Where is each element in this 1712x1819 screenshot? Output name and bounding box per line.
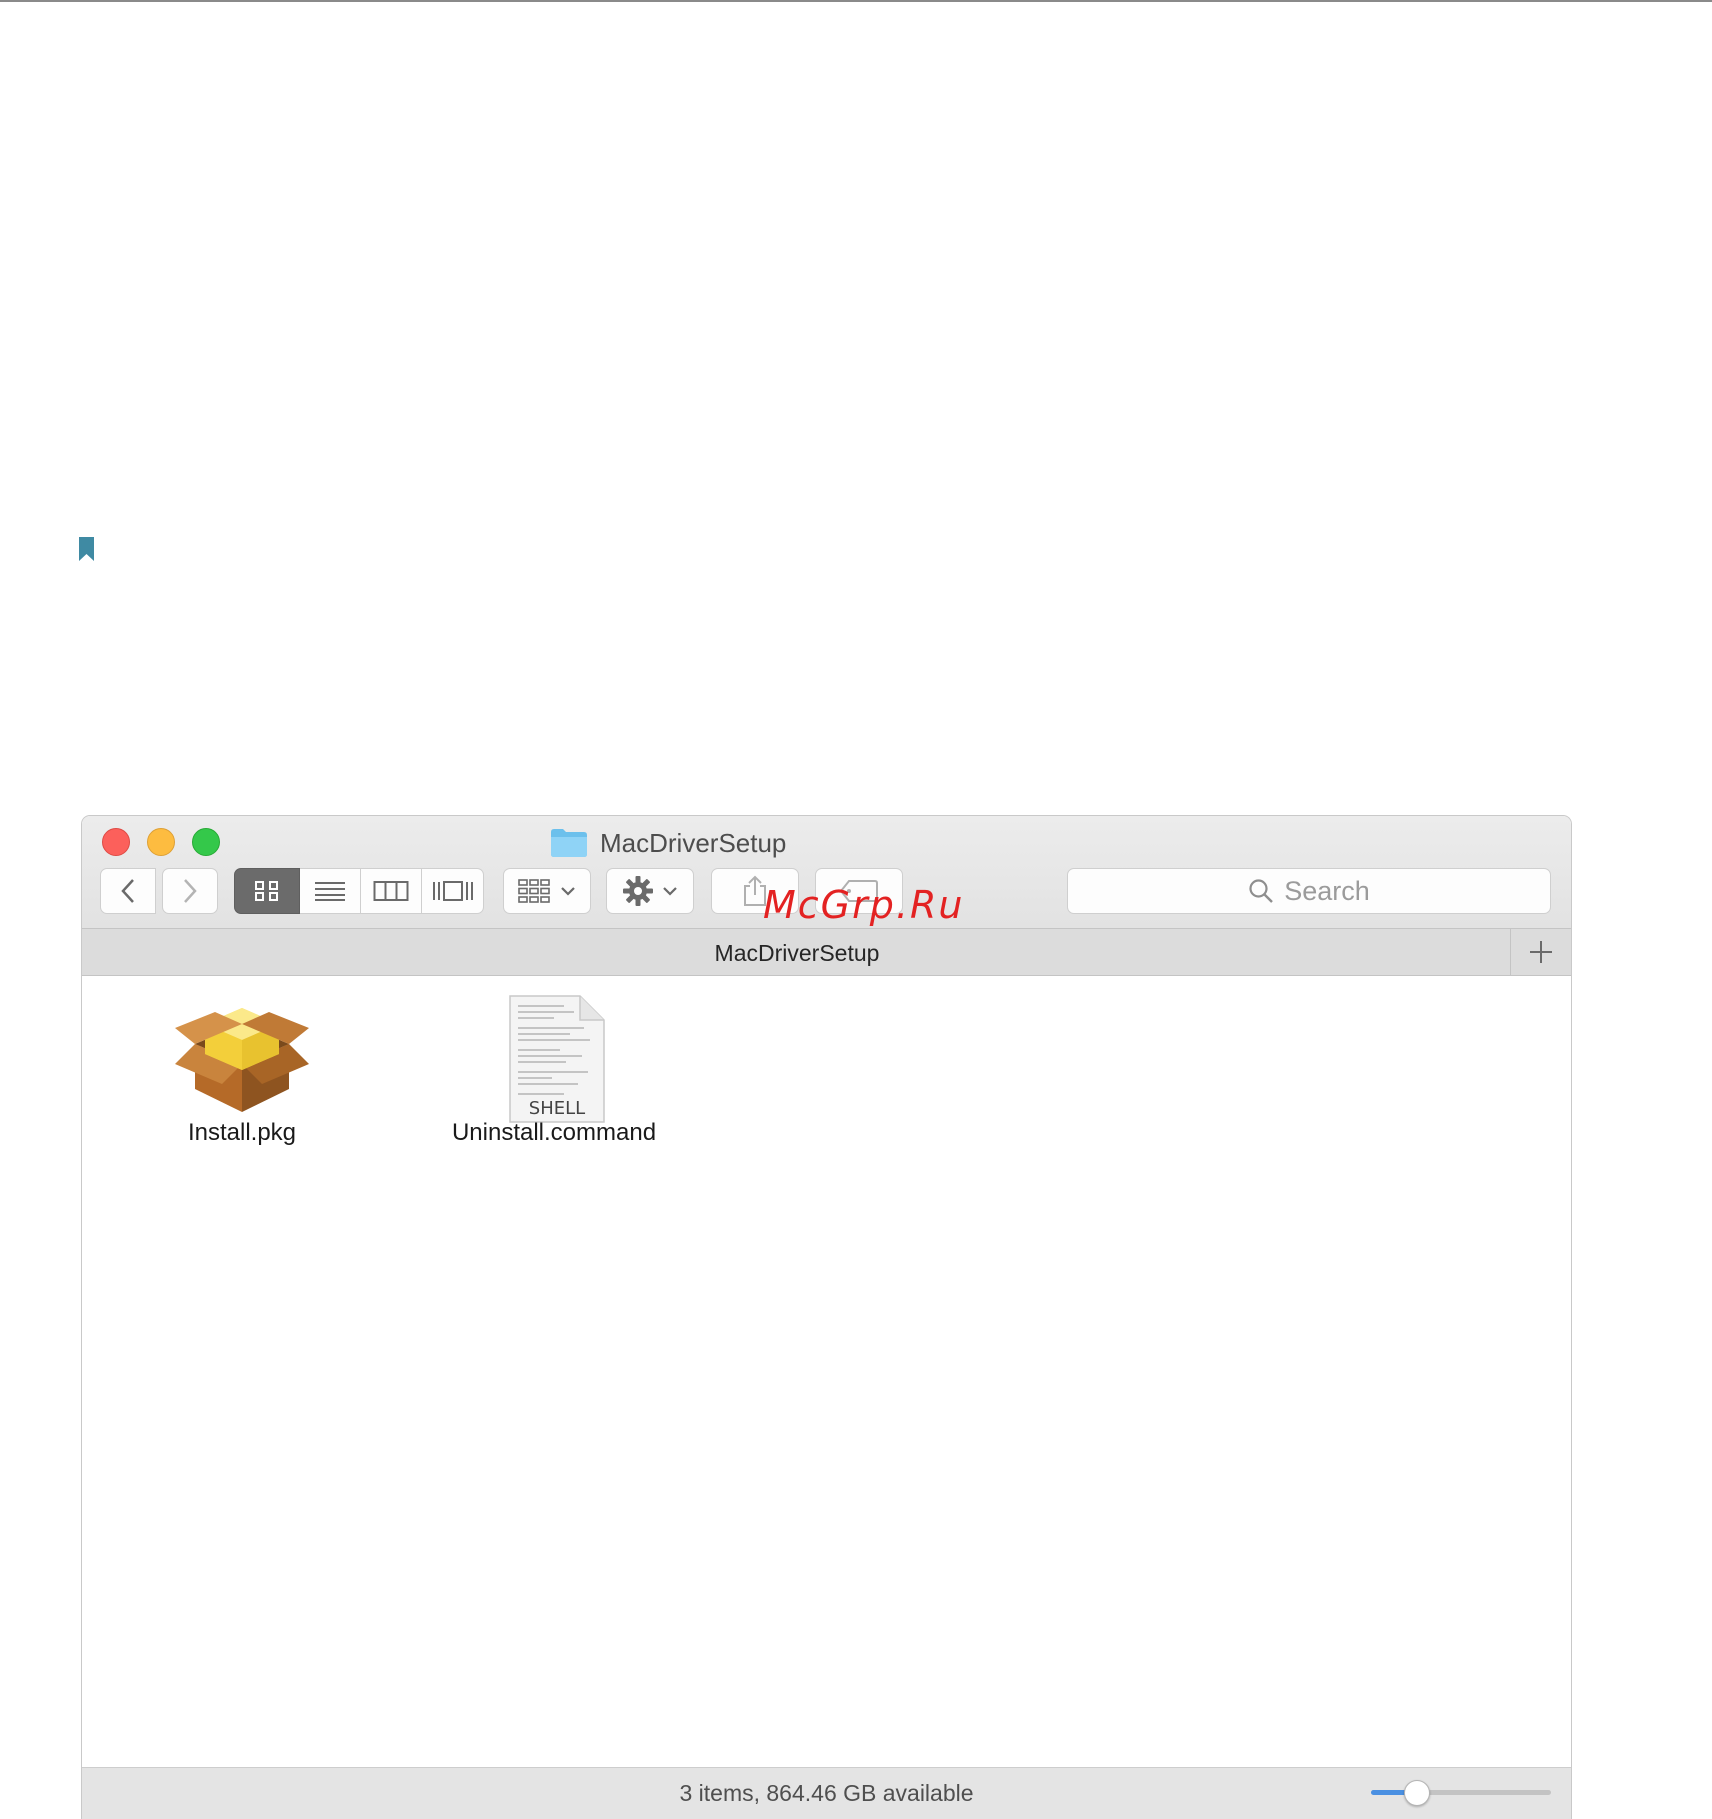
close-button[interactable]: [102, 828, 130, 856]
back-button[interactable]: [100, 868, 156, 914]
window-title-group: MacDriverSetup: [550, 826, 786, 860]
maximize-button[interactable]: [192, 828, 220, 856]
columns-icon: [373, 881, 409, 901]
list-icon: [315, 882, 345, 901]
action-menu-button[interactable]: [606, 868, 694, 914]
chevron-down-icon: [561, 887, 575, 896]
nav-buttons: [100, 868, 218, 914]
minimize-button[interactable]: [147, 828, 175, 856]
plus-icon: [1530, 941, 1552, 963]
chevron-right-icon: [184, 879, 197, 903]
chevron-left-icon: [121, 879, 134, 903]
package-icon: [175, 1008, 309, 1112]
cover-flow-icon: [432, 881, 473, 901]
slider-knob[interactable]: [1404, 1780, 1430, 1806]
status-bar: 3 items, 864.46 GB available: [82, 1767, 1571, 1819]
chevron-down-icon: [663, 887, 677, 896]
page-top-rule: [0, 0, 1712, 2]
shell-badge: SHELL: [529, 1098, 585, 1119]
search-icon: [1249, 879, 1274, 903]
file-name: Install.pkg: [187, 1119, 297, 1146]
arrange-grid-icon: [518, 879, 550, 903]
shell-script-icon: SHELL: [509, 995, 605, 1123]
arrange-button[interactable]: [503, 868, 591, 914]
folder-icon: [551, 829, 587, 857]
file-item-install-pkg[interactable]: Install.pkg: [152, 994, 332, 1147]
icon-view-button[interactable]: [234, 868, 300, 914]
window-title: MacDriverSetup: [600, 827, 787, 858]
tab-current-folder[interactable]: MacDriverSetup: [82, 940, 1512, 967]
list-view-button[interactable]: [300, 868, 361, 914]
finder-window: MacDriverSetup Search MacDriverSetup Ins…: [81, 815, 1572, 1819]
icon-size-slider[interactable]: [1371, 1780, 1551, 1806]
search-field[interactable]: Search: [1067, 868, 1551, 914]
status-text: 3 items, 864.46 GB available: [679, 1780, 974, 1806]
tab-bar: MacDriverSetup: [82, 928, 1571, 976]
file-name: Uninstall.command: [451, 1119, 657, 1146]
grid-icon: [255, 881, 278, 901]
bookmark-icon: [79, 537, 94, 561]
gear-icon: [623, 876, 653, 906]
search-placeholder: Search: [1284, 875, 1370, 906]
view-mode-switcher: [234, 868, 484, 914]
file-item-uninstall-command[interactable]: SHELL Uninstall.command: [429, 994, 679, 1147]
forward-button[interactable]: [162, 868, 218, 914]
column-view-button[interactable]: [361, 868, 422, 914]
watermark-text: McGrp.Ru: [763, 883, 965, 927]
cover-flow-view-button[interactable]: [422, 868, 484, 914]
new-tab-button[interactable]: [1510, 929, 1571, 975]
